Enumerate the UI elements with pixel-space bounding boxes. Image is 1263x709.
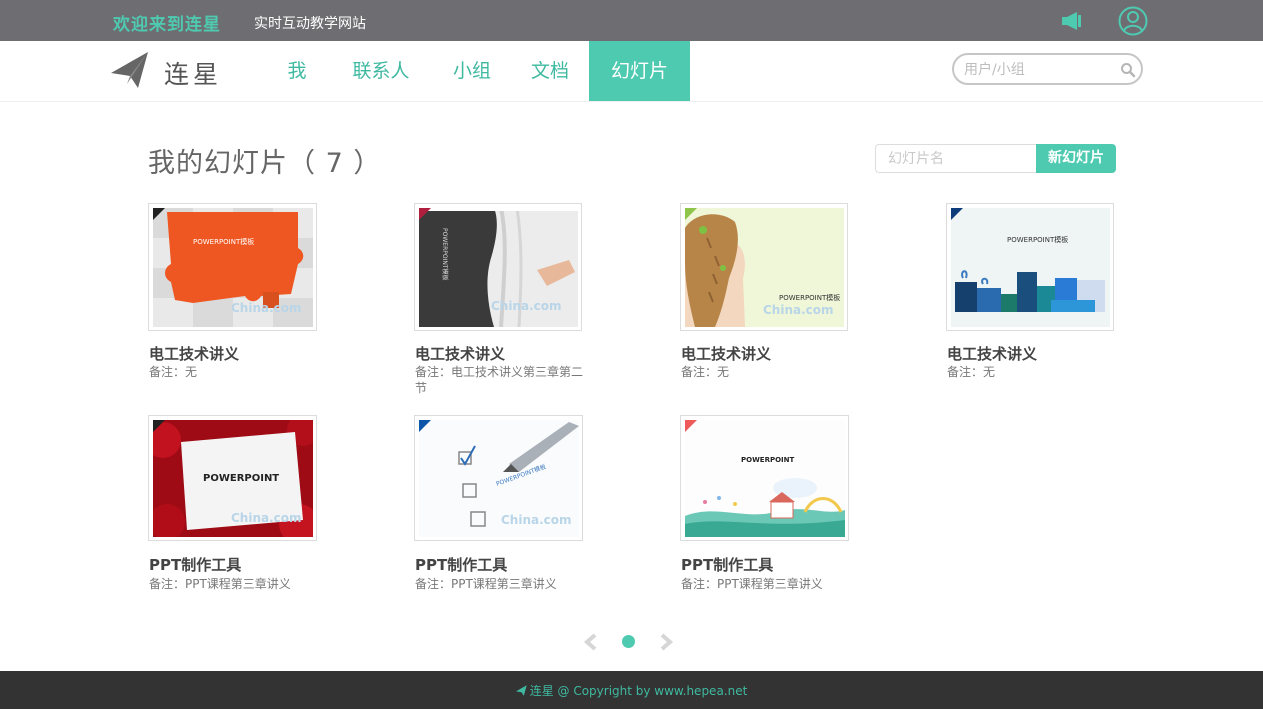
slide-note: 备注：PPT课程第三章讲义 [681, 577, 823, 591]
paper-plane-icon [515, 685, 527, 696]
thumbnail-image: POWERPOINT模板 [951, 208, 1110, 327]
slide-title[interactable]: 电工技术讲义 [947, 343, 1037, 364]
megaphone-icon[interactable] [1061, 12, 1083, 30]
nav-item-slides[interactable]: 幻灯片 [589, 41, 690, 101]
thumbnail-image: POWERPOINT China.com [153, 420, 313, 537]
slide-title[interactable]: PPT制作工具 [415, 554, 507, 575]
site-subtitle: 实时互动教学网站 [254, 16, 366, 32]
thumbnail-image: POWERPOINT [685, 420, 845, 537]
new-slide-button[interactable]: 新幻灯片 [1036, 144, 1116, 173]
thumbnail-caption: POWERPOINT模板 [441, 228, 449, 281]
top-bar: 欢迎来到连星 实时互动教学网站 [0, 0, 1263, 41]
slide-note: 备注：PPT课程第三章讲义 [149, 577, 291, 591]
main-navbar: 连星 我 联系人 小组 文档 幻灯片 [0, 41, 1263, 102]
footer-content: 连星 @ Copyright by www.hepea.net [0, 682, 1263, 699]
thumbnail-image: POWERPOINT模板 China.com [419, 208, 578, 327]
thumbnail-caption: POWERPOINT模板 [779, 293, 840, 302]
slide-note: 备注：无 [947, 365, 996, 379]
thumbnail-caption: POWERPOINT模板 [1007, 235, 1068, 244]
slide-thumbnail[interactable]: POWERPOINT [680, 415, 849, 541]
watermark: China.com [231, 301, 302, 315]
page-title: 我的幻灯片（ 7 ） [148, 148, 382, 179]
thumbnail-image: POWERPOINT模板 China.com [419, 420, 579, 537]
slide-note: 备注：无 [681, 365, 730, 379]
slide-note: 备注：无 [149, 365, 198, 379]
chevron-left-icon[interactable] [583, 633, 599, 651]
slide-title[interactable]: 电工技术讲义 [681, 343, 771, 364]
chevron-right-icon[interactable] [658, 633, 674, 651]
slide-title[interactable]: 电工技术讲义 [415, 343, 505, 364]
slide-note: 备注：PPT课程第三章讲义 [415, 577, 557, 591]
search-icon[interactable] [1120, 62, 1136, 78]
slide-name-input[interactable] [875, 144, 1036, 173]
nav-item-contacts[interactable]: 联系人 [346, 41, 416, 101]
footer: 连星 @ Copyright by www.hepea.net [0, 671, 1263, 709]
thumbnail-caption: POWERPOINT模板 [193, 237, 254, 246]
welcome-text: 欢迎来到连星 [113, 15, 221, 35]
thumbnail-image: POWERPOINT模板 China.com [685, 208, 844, 327]
copyright-text: 连星 @ Copyright by www.hepea.net [529, 684, 748, 698]
user-icon[interactable] [1118, 6, 1148, 36]
slide-thumbnail[interactable]: POWERPOINT模板 [946, 203, 1114, 331]
slide-title[interactable]: PPT制作工具 [149, 554, 241, 575]
watermark: China.com [491, 299, 562, 313]
paper-plane-logo-icon[interactable] [111, 51, 149, 89]
watermark: China.com [501, 513, 572, 527]
search-box [952, 53, 1143, 85]
watermark: China.com [763, 303, 834, 317]
slide-thumbnail[interactable]: POWERPOINT模板 China.com [414, 415, 583, 541]
logo-text[interactable]: 连星 [164, 55, 222, 91]
slide-thumbnail[interactable]: POWERPOINT模板 China.com [680, 203, 848, 331]
nav-item-groups[interactable]: 小组 [446, 41, 498, 101]
slide-thumbnail[interactable]: POWERPOINT China.com [148, 415, 317, 541]
slide-note: 备注：电工技术讲义第三章第二节 [415, 365, 584, 395]
slide-thumbnail[interactable]: POWERPOINT模板 China.com [414, 203, 582, 331]
watermark: China.com [231, 511, 302, 525]
search-input[interactable] [964, 60, 1114, 80]
nav-item-me[interactable]: 我 [280, 41, 314, 101]
thumbnail-caption: POWERPOINT [741, 456, 795, 464]
slide-title[interactable]: 电工技术讲义 [149, 343, 239, 364]
page-indicator-dot[interactable] [622, 635, 635, 648]
thumbnail-caption: POWERPOINT [203, 473, 279, 484]
slide-title[interactable]: PPT制作工具 [681, 554, 773, 575]
thumbnail-image: POWERPOINT模板 China.com [153, 208, 313, 327]
nav-item-documents[interactable]: 文档 [524, 41, 576, 101]
slide-thumbnail[interactable]: POWERPOINT模板 China.com [148, 203, 317, 331]
